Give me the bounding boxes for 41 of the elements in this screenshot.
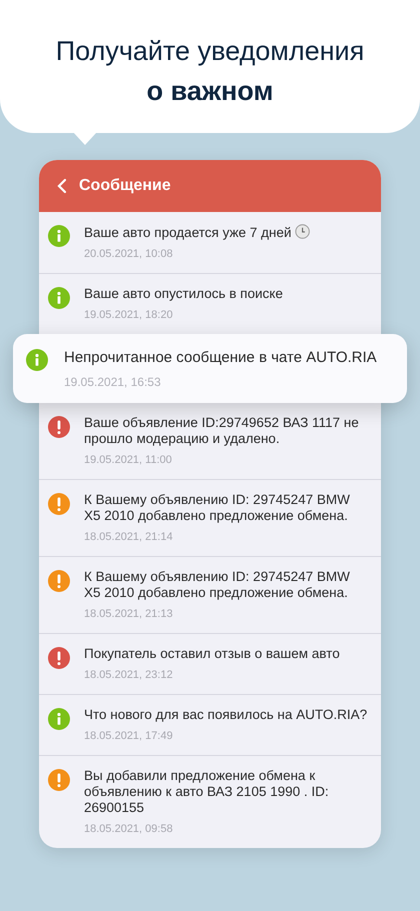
message-text: Ваше авто опустилось в поиске: [84, 286, 283, 302]
message-row[interactable]: Покупатель оставил отзыв о вашем авто 18.05.2021, 23:12: [39, 634, 381, 695]
message-row[interactable]: Вы добавили предложение обмена к объявлению к авто ВАЗ 2105 1990 . ID: 26900155 18.05.2021, 09:58: [39, 756, 381, 848]
info-icon: [48, 708, 70, 730]
message-time: 18.05.2021, 21:14: [84, 531, 174, 544]
warning-icon: [48, 416, 70, 438]
message-row[interactable]: Что нового для вас появилось на AUTO.RIA? 18.05.2021, 17:49: [39, 695, 381, 756]
notification-popup[interactable]: Непрочитанное сообщение в чате AUTO.RIA 19.05.2021, 16:53: [13, 334, 407, 403]
info-icon: [48, 225, 70, 247]
message-time: 18.05.2021, 23:12: [84, 669, 174, 682]
message-text: Непрочитанное сообщение в чате AUTO.RIA: [64, 348, 377, 367]
message-time: 18.05.2021, 17:49: [84, 730, 174, 743]
promo-title: Получайте уведомления: [56, 34, 364, 68]
warning-icon: [48, 493, 70, 515]
message-row[interactable]: Ваше авто опустилось в поиске 19.05.2021, 18:20: [39, 274, 381, 334]
message-time: 20.05.2021, 10:08: [84, 248, 174, 261]
message-row[interactable]: Ваше авто продается уже 7 дней 20.05.2021, 10:08: [39, 212, 381, 274]
clock-icon: [295, 224, 310, 239]
message-row[interactable]: К Вашему объявлению ID: 29745247 BMW X5 2010 добавлено предложение обмена. 18.05.2021, 21:13: [39, 557, 381, 634]
header-title: Сообщение: [79, 176, 171, 196]
warning-icon: [48, 570, 70, 592]
message-time: 19.05.2021, 16:53: [64, 375, 162, 389]
warning-icon: [48, 769, 70, 791]
message-text: К Вашему объявлению ID: 29745247 BMW X5 2010 добавлено предложение обмена.: [84, 492, 351, 524]
message-text: Ваше объявление ID:29749652 ВАЗ 1117 не прошло модерацию и удалено.: [84, 415, 360, 447]
message-text: Ваше авто продается уже 7 дней: [84, 224, 310, 241]
message-time: 18.05.2021, 21:13: [84, 608, 174, 621]
warning-icon: [48, 647, 70, 669]
message-time: 19.05.2021, 11:00: [84, 454, 173, 467]
message-text: Вы добавили предложение обмена к объявлению к авто ВАЗ 2105 1990 . ID: 26900155: [84, 768, 330, 816]
promo-title-bold: о важном: [146, 74, 274, 108]
info-icon: [26, 349, 48, 371]
message-text: Покупатель оставил отзыв о вашем авто: [84, 646, 340, 662]
message-time: 19.05.2021, 18:20: [84, 309, 174, 322]
message-time: 18.05.2021, 09:58: [84, 823, 174, 836]
message-text: К Вашему объявлению ID: 29745247 BMW X5 2010 добавлено предложение обмена.: [84, 569, 351, 601]
back-icon[interactable]: [57, 178, 67, 194]
info-icon: [48, 287, 70, 309]
message-row[interactable]: К Вашему объявлению ID: 29745247 BMW X5 2010 добавлено предложение обмена. 18.05.2021, 21:14: [39, 480, 381, 557]
message-row[interactable]: Ваше объявление ID:29749652 ВАЗ 1117 не прошло модерацию и удалено. 19.05.2021, 11:00: [39, 403, 381, 480]
message-text: Что нового для вас появилось на AUTO.RIA?: [84, 707, 368, 723]
